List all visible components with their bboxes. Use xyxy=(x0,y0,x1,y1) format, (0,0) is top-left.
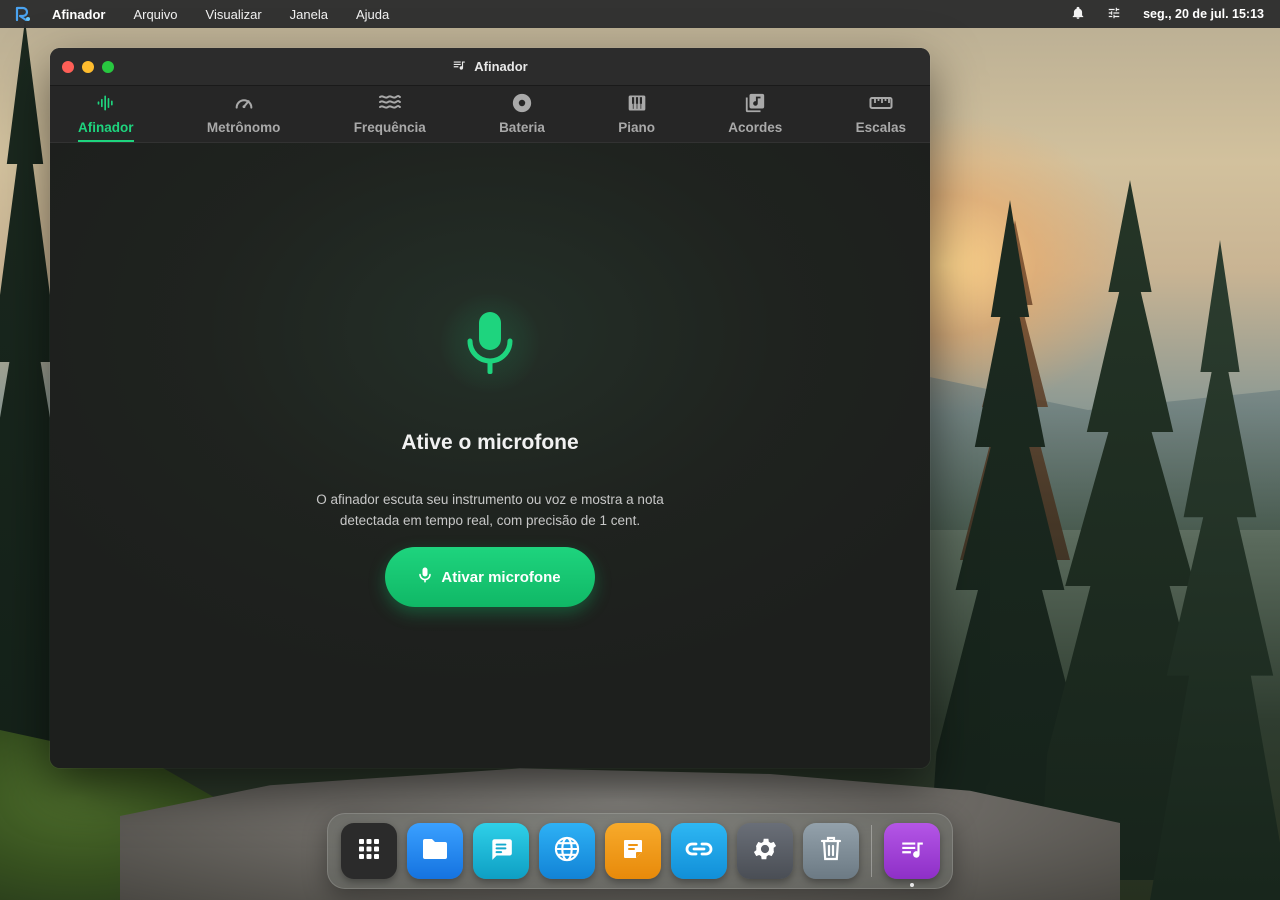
window-title: Afinador xyxy=(452,58,528,75)
app-window: Afinador Afinador Metrônomo Frequência B… xyxy=(50,48,930,768)
empty-state-description: O afinador escuta seu instrumento ou voz… xyxy=(316,492,664,528)
maximize-window-button[interactable] xyxy=(102,61,114,73)
playlist-music-icon xyxy=(452,58,466,75)
empty-state-heading: Ative o microfone xyxy=(401,431,579,454)
menu-janela[interactable]: Janela xyxy=(290,7,328,22)
playlist-music-icon xyxy=(898,836,926,867)
waves-icon xyxy=(378,92,402,114)
disc-icon xyxy=(511,92,533,114)
sliders-icon[interactable] xyxy=(1107,6,1121,23)
dock-notes[interactable] xyxy=(605,823,661,879)
app-logo-icon[interactable] xyxy=(14,5,32,23)
microphone-icon xyxy=(440,293,540,393)
folder-icon xyxy=(421,837,449,866)
menu-visualizar[interactable]: Visualizar xyxy=(206,7,262,22)
grid-icon xyxy=(358,838,380,865)
tab-label: Piano xyxy=(618,120,655,135)
library-music-icon xyxy=(744,92,766,114)
waveform-icon xyxy=(96,92,116,114)
window-title-text: Afinador xyxy=(474,59,528,74)
tab-label: Metrônomo xyxy=(206,120,281,135)
tuner-empty-state: Ative o microfone O afinador escuta seu … xyxy=(50,143,930,768)
bell-icon[interactable] xyxy=(1071,6,1085,23)
tab-piano[interactable]: Piano xyxy=(618,86,655,142)
tab-afinador[interactable]: Afinador xyxy=(78,86,134,142)
tab-acordes[interactable]: Acordes xyxy=(728,86,782,142)
trash-icon xyxy=(820,836,842,867)
minimize-window-button[interactable] xyxy=(82,61,94,73)
menu-clock[interactable]: seg., 20 de jul. 15:13 xyxy=(1143,7,1264,21)
tab-frequencia[interactable]: Frequência xyxy=(354,86,426,142)
tab-metronomo[interactable]: Metrônomo xyxy=(206,86,281,142)
link-icon xyxy=(685,839,713,864)
dock xyxy=(327,813,953,889)
note-icon xyxy=(621,837,645,866)
menu-ajuda[interactable]: Ajuda xyxy=(356,7,389,22)
menu-arquivo[interactable]: Arquivo xyxy=(133,7,177,22)
gear-icon xyxy=(751,835,779,868)
close-window-button[interactable] xyxy=(62,61,74,73)
dock-launcher[interactable] xyxy=(341,823,397,879)
activate-microphone-label: Ativar microfone xyxy=(441,568,561,586)
tab-label: Acordes xyxy=(728,120,783,135)
tab-label: Bateria xyxy=(499,120,545,135)
window-controls xyxy=(62,61,114,73)
ruler-icon xyxy=(869,92,893,114)
tab-label: Escalas xyxy=(855,120,906,135)
piano-icon xyxy=(627,92,647,114)
dock-afinador[interactable] xyxy=(884,823,940,887)
globe-icon xyxy=(553,835,581,868)
dock-links[interactable] xyxy=(671,823,727,879)
tab-bar: Afinador Metrônomo Frequência Bateria Pi… xyxy=(50,86,930,143)
dock-files[interactable] xyxy=(407,823,463,879)
tab-label: Afinador xyxy=(78,120,134,135)
dock-browser[interactable] xyxy=(539,823,595,879)
dock-settings[interactable] xyxy=(737,823,793,879)
dock-messages[interactable] xyxy=(473,823,529,879)
tab-escalas[interactable]: Escalas xyxy=(856,86,906,142)
menu-app-name[interactable]: Afinador xyxy=(52,7,105,22)
running-indicator xyxy=(910,883,914,887)
dock-separator xyxy=(871,825,872,877)
activate-microphone-button[interactable]: Ativar microfone xyxy=(385,547,595,607)
chat-icon xyxy=(488,836,514,867)
tab-label: Frequência xyxy=(353,120,426,135)
gauge-icon xyxy=(233,92,255,114)
tab-bateria[interactable]: Bateria xyxy=(499,86,545,142)
window-titlebar[interactable]: Afinador xyxy=(50,48,930,86)
dock-trash[interactable] xyxy=(803,823,859,879)
menu-bar: Afinador Arquivo Visualizar Janela Ajuda… xyxy=(0,0,1280,28)
microphone-icon xyxy=(419,567,432,587)
